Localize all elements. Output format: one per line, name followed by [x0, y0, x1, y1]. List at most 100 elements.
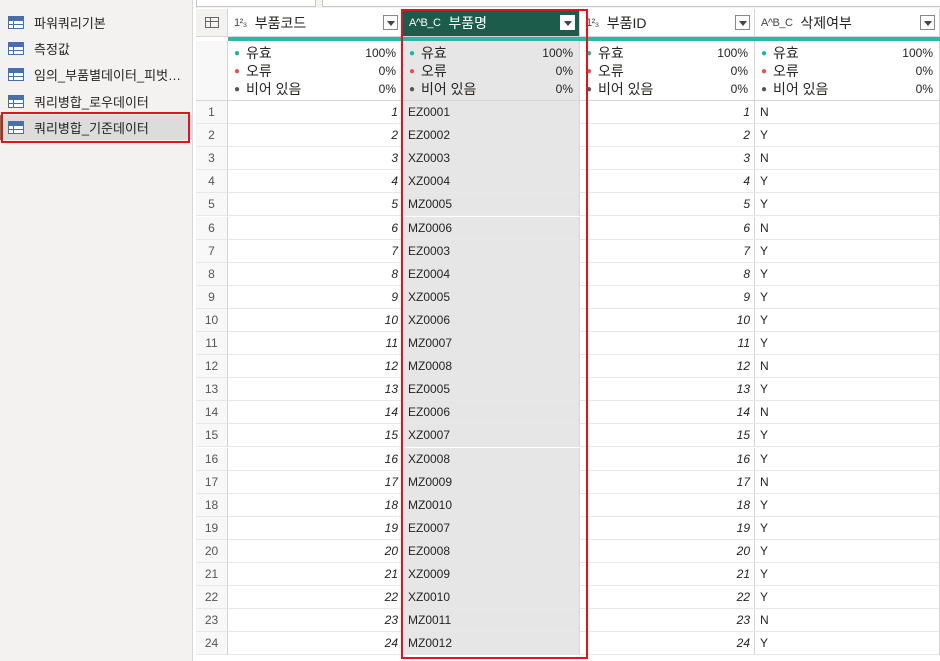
row-number[interactable]: 11 — [196, 332, 228, 355]
column-quality-부품명[interactable]: ● 유효 100% ● 오류 0% ● 비어 있음 0% — [403, 41, 580, 101]
row-number[interactable]: 17 — [196, 470, 228, 494]
table-cell[interactable]: EZ0004 — [403, 262, 580, 286]
table-cell[interactable]: MZ0007 — [403, 332, 580, 355]
table-cell[interactable]: 16 — [580, 447, 755, 471]
text-type-icon[interactable]: A^B_C — [409, 17, 441, 29]
table-cell[interactable]: 7 — [228, 239, 403, 263]
table-cell[interactable]: 10 — [580, 308, 755, 332]
row-number[interactable]: 18 — [196, 493, 228, 517]
table-cell[interactable]: Y — [755, 170, 940, 194]
table-cell[interactable]: EZ0002 — [403, 124, 580, 148]
table-cell[interactable]: MZ0011 — [403, 609, 580, 633]
table-cell[interactable]: Y — [755, 424, 940, 448]
whole-number-type-icon[interactable]: 1²₃ — [586, 17, 599, 29]
table-cell[interactable]: XZ0008 — [403, 447, 580, 471]
table-cell[interactable]: 14 — [580, 401, 755, 425]
column-header-부품코드[interactable]: 1²₃ 부품코드 — [228, 9, 403, 37]
row-number[interactable]: 1 — [196, 101, 228, 124]
table-cell[interactable]: 8 — [228, 262, 403, 286]
table-cell[interactable]: MZ0012 — [403, 632, 580, 656]
table-menu-button[interactable] — [196, 9, 228, 37]
row-number[interactable]: 8 — [196, 262, 228, 286]
table-cell[interactable]: N — [755, 609, 940, 633]
table-cell[interactable]: 3 — [580, 147, 755, 171]
query-item-측정값[interactable]: 측정값 — [0, 36, 193, 61]
row-number[interactable]: 22 — [196, 586, 228, 610]
query-item-임의-부품별데이터-피벗[interactable]: 임의_부품별데이터_피벗… — [0, 62, 193, 87]
table-cell[interactable]: 12 — [228, 355, 403, 379]
text-type-icon[interactable]: A^B_C — [761, 17, 793, 29]
table-cell[interactable]: 23 — [580, 609, 755, 633]
table-cell[interactable]: 4 — [228, 170, 403, 194]
table-cell[interactable]: N — [755, 101, 940, 124]
table-cell[interactable]: N — [755, 355, 940, 379]
table-cell[interactable]: 7 — [580, 239, 755, 263]
table-cell[interactable]: 15 — [228, 424, 403, 448]
table-cell[interactable]: N — [755, 147, 940, 171]
table-cell[interactable]: EZ0003 — [403, 239, 580, 263]
table-cell[interactable]: 9 — [580, 285, 755, 309]
table-cell[interactable]: 9 — [228, 285, 403, 309]
table-cell[interactable]: Y — [755, 378, 940, 402]
table-cell[interactable]: Y — [755, 539, 940, 563]
row-number[interactable]: 3 — [196, 147, 228, 171]
table-cell[interactable]: N — [755, 401, 940, 425]
row-number[interactable]: 5 — [196, 193, 228, 217]
table-cell[interactable]: 21 — [580, 563, 755, 586]
table-cell[interactable]: 24 — [228, 632, 403, 656]
table-cell[interactable]: Y — [755, 493, 940, 517]
table-cell[interactable]: XZ0006 — [403, 308, 580, 332]
filter-dropdown-icon[interactable] — [383, 15, 398, 30]
table-cell[interactable]: 1 — [228, 101, 403, 124]
table-cell[interactable]: 17 — [228, 470, 403, 494]
table-cell[interactable]: 22 — [580, 586, 755, 610]
table-cell[interactable]: 22 — [228, 586, 403, 610]
table-cell[interactable]: 6 — [228, 216, 403, 240]
table-cell[interactable]: EZ0006 — [403, 401, 580, 425]
table-cell[interactable]: 11 — [580, 332, 755, 355]
column-header-부품ID[interactable]: 1²₃ 부품ID — [580, 9, 755, 37]
table-cell[interactable]: 2 — [228, 124, 403, 148]
table-cell[interactable]: Y — [755, 193, 940, 217]
table-cell[interactable]: 16 — [228, 447, 403, 471]
query-item-파워쿼리기본[interactable]: 파워쿼리기본 — [0, 10, 193, 35]
column-quality-삭제여부[interactable]: ● 유효 100% ● 오류 0% ● 비어 있음 0% — [755, 41, 940, 101]
table-cell[interactable]: Y — [755, 516, 940, 540]
table-cell[interactable]: Y — [755, 239, 940, 263]
table-cell[interactable]: Y — [755, 285, 940, 309]
table-cell[interactable]: MZ0006 — [403, 216, 580, 240]
formula-bar-input[interactable] — [322, 0, 940, 7]
table-cell[interactable]: N — [755, 216, 940, 240]
row-number[interactable]: 14 — [196, 401, 228, 425]
table-cell[interactable]: XZ0003 — [403, 147, 580, 171]
table-cell[interactable]: Y — [755, 262, 940, 286]
table-cell[interactable]: MZ0009 — [403, 470, 580, 494]
table-cell[interactable]: Y — [755, 308, 940, 332]
table-cell[interactable]: Y — [755, 586, 940, 610]
table-cell[interactable]: N — [755, 470, 940, 494]
table-cell[interactable]: 15 — [580, 424, 755, 448]
table-cell[interactable]: Y — [755, 124, 940, 148]
filter-dropdown-icon[interactable] — [735, 15, 750, 30]
table-cell[interactable]: 23 — [228, 609, 403, 633]
table-cell[interactable]: EZ0005 — [403, 378, 580, 402]
column-header-삭제여부[interactable]: A^B_C 삭제여부 — [755, 9, 940, 37]
table-cell[interactable]: XZ0010 — [403, 586, 580, 610]
table-cell[interactable]: 6 — [580, 216, 755, 240]
table-cell[interactable]: XZ0009 — [403, 563, 580, 586]
table-cell[interactable]: 21 — [228, 563, 403, 586]
table-cell[interactable]: 20 — [228, 539, 403, 563]
table-cell[interactable]: 2 — [580, 124, 755, 148]
query-item-쿼리병합-기준데이터[interactable]: 쿼리병합_기준데이터 — [0, 115, 193, 140]
filter-dropdown-icon[interactable] — [560, 15, 575, 30]
column-quality-부품ID[interactable]: ● 유효 100% ● 오류 0% ● 비어 있음 0% — [580, 41, 755, 101]
column-header-부품명[interactable]: A^B_C 부품명 — [403, 9, 580, 37]
table-cell[interactable]: 14 — [228, 401, 403, 425]
row-number[interactable]: 9 — [196, 285, 228, 309]
row-number[interactable]: 15 — [196, 424, 228, 448]
table-cell[interactable]: 19 — [228, 516, 403, 540]
table-cell[interactable]: 5 — [580, 193, 755, 217]
table-cell[interactable]: EZ0008 — [403, 539, 580, 563]
table-cell[interactable]: EZ0001 — [403, 101, 580, 124]
table-cell[interactable]: MZ0010 — [403, 493, 580, 517]
